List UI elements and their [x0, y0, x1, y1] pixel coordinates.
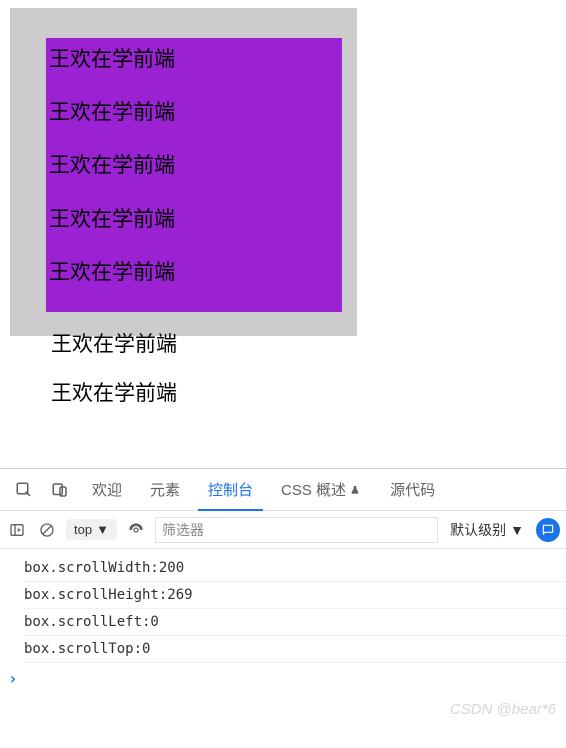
- content-line: 王欢在学前端: [49, 260, 342, 285]
- level-label: 默认级别: [450, 520, 506, 540]
- tab-css-overview[interactable]: CSS 概述: [267, 469, 376, 511]
- flask-icon: [350, 484, 362, 496]
- content-line-overflow: 王欢在学前端: [51, 381, 558, 406]
- console-line: box.scrollTop:0: [24, 636, 566, 663]
- tab-elements[interactable]: 元素: [136, 469, 194, 511]
- issues-icon[interactable]: [536, 518, 560, 542]
- console-line: box.scrollLeft:0: [24, 609, 566, 636]
- content-line: 王欢在学前端: [49, 47, 342, 72]
- chevron-down-icon: ▼: [510, 522, 524, 538]
- console-prompt[interactable]: ›: [0, 663, 566, 694]
- console-line: box.scrollHeight:269: [24, 582, 566, 609]
- inspect-icon[interactable]: [14, 480, 34, 500]
- context-label: top: [74, 522, 92, 537]
- context-selector[interactable]: top ▼: [66, 519, 117, 540]
- devtools-tabstrip: 欢迎 元素 控制台 CSS 概述 源代码: [0, 469, 566, 511]
- tab-welcome[interactable]: 欢迎: [78, 469, 136, 511]
- content-line-overflow: 王欢在学前端: [51, 332, 558, 357]
- tab-sources[interactable]: 源代码: [376, 469, 449, 511]
- chevron-down-icon: ▼: [96, 522, 109, 537]
- outer-grey-box: 王欢在学前端 王欢在学前端 王欢在学前端 王欢在学前端 王欢在学前端: [10, 8, 357, 336]
- content-line: 王欢在学前端: [49, 100, 342, 125]
- console-toolbar: top ▼ 默认级别 ▼: [0, 511, 566, 549]
- prompt-arrow-icon: ›: [8, 669, 18, 688]
- content-line: 王欢在学前端: [49, 207, 342, 232]
- clear-console-icon[interactable]: [36, 519, 58, 541]
- content-line: 王欢在学前端: [49, 153, 342, 178]
- devtools-panel: 欢迎 元素 控制台 CSS 概述 源代码 top ▼ 默认级别 ▼: [0, 468, 566, 748]
- sidebar-toggle-icon[interactable]: [6, 519, 28, 541]
- live-expression-icon[interactable]: [125, 519, 147, 541]
- filter-input[interactable]: [155, 517, 438, 543]
- log-level-selector[interactable]: 默认级别 ▼: [446, 520, 528, 540]
- device-toggle-icon[interactable]: [50, 480, 70, 500]
- tab-console[interactable]: 控制台: [194, 469, 267, 511]
- inner-purple-box: 王欢在学前端 王欢在学前端 王欢在学前端 王欢在学前端 王欢在学前端: [46, 38, 342, 312]
- console-line: box.scrollWidth:200: [24, 555, 566, 582]
- console-output: box.scrollWidth:200 box.scrollHeight:269…: [0, 549, 566, 663]
- tab-label: CSS 概述: [281, 479, 346, 500]
